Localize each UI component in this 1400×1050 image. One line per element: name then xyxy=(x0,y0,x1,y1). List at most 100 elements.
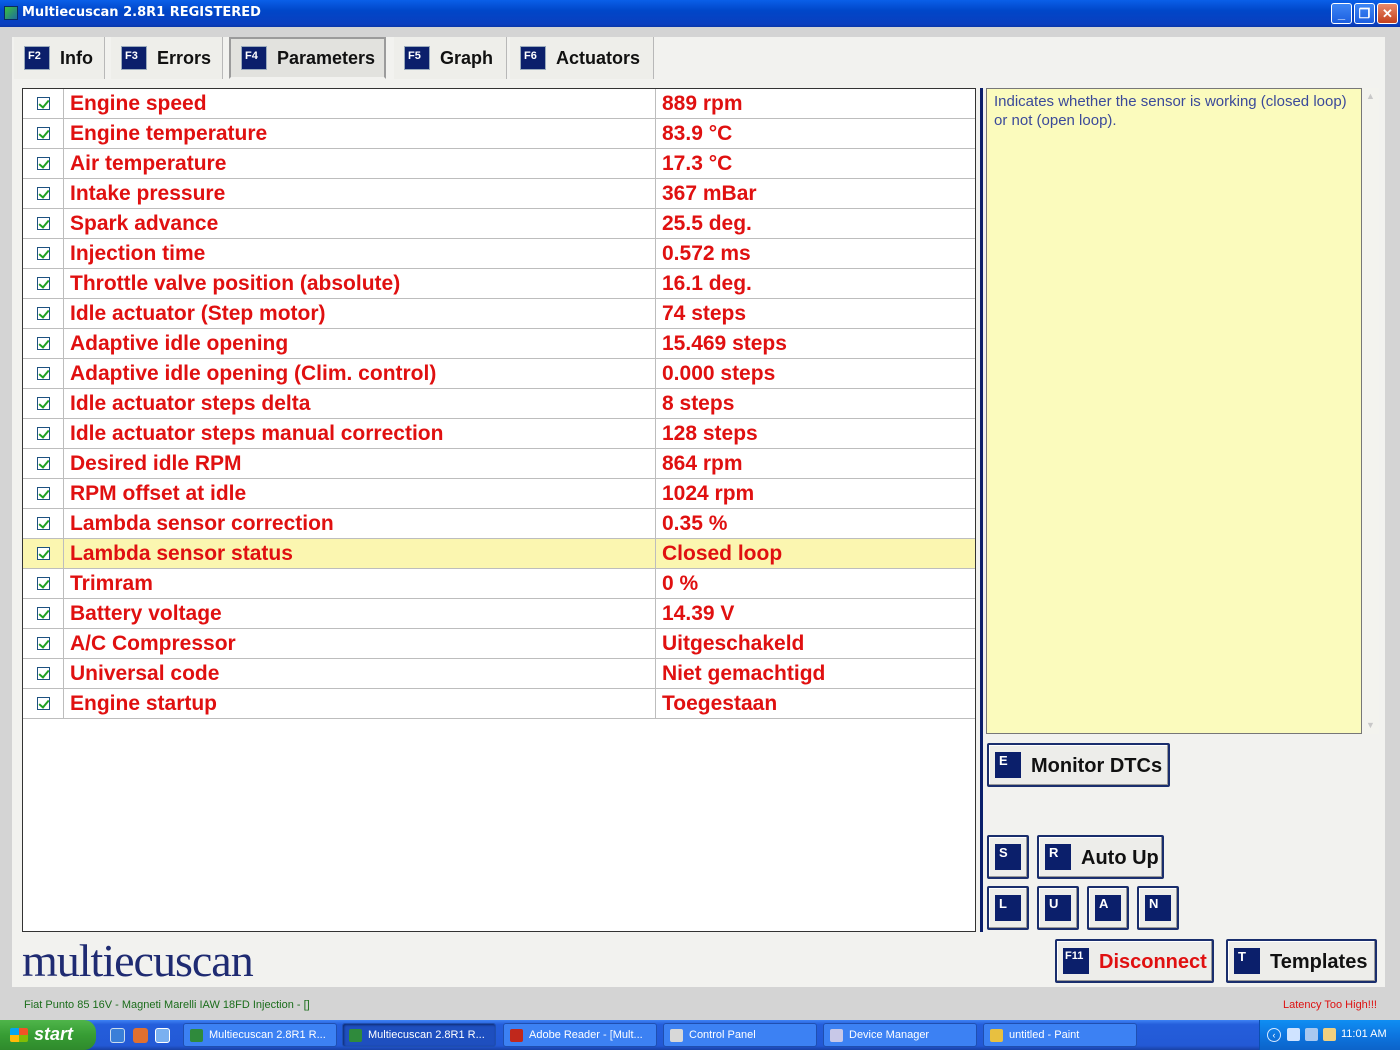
media-player-icon[interactable] xyxy=(133,1028,148,1043)
table-row[interactable]: Lambda sensor correction 0.35 % xyxy=(23,509,975,539)
parameter-checkbox[interactable] xyxy=(37,127,50,140)
taskbar-task[interactable]: Multiecuscan 2.8R1 R... xyxy=(183,1023,337,1047)
parameter-checkbox[interactable] xyxy=(37,607,50,620)
table-row[interactable]: Engine startup Toegestaan xyxy=(23,689,975,719)
tab-label: Errors xyxy=(157,47,212,68)
parameter-checkbox[interactable] xyxy=(37,517,50,530)
parameter-checkbox[interactable] xyxy=(37,97,50,110)
table-row[interactable]: Engine temperature 83.9 °C xyxy=(23,119,975,149)
auto-up-button[interactable]: R Auto Up xyxy=(1037,835,1164,879)
tab-errors[interactable]: F3 Errors xyxy=(111,37,223,79)
parameter-checkbox[interactable] xyxy=(37,397,50,410)
parameter-name: Trimram xyxy=(70,572,153,595)
taskbar-task[interactable]: Multiecuscan 2.8R1 R... xyxy=(342,1023,496,1047)
table-row[interactable]: Spark advance 25.5 deg. xyxy=(23,209,975,239)
taskbar: start Multiecuscan 2.8R1 R... Multiecusca… xyxy=(0,1020,1400,1050)
table-row[interactable]: Engine speed 889 rpm xyxy=(23,89,975,119)
parameter-checkbox[interactable] xyxy=(37,217,50,230)
l-button[interactable]: L xyxy=(987,886,1029,930)
table-row[interactable]: Idle actuator steps delta 8 steps xyxy=(23,389,975,419)
vehicle-status: Fiat Punto 85 16V - Magneti Marelli IAW … xyxy=(24,999,310,1011)
safely-remove-icon[interactable] xyxy=(1323,1028,1336,1041)
value-cell: 0.35 % xyxy=(655,509,975,538)
a-button[interactable]: A xyxy=(1087,886,1129,930)
parameter-name: Idle actuator steps manual correction xyxy=(70,422,444,445)
tab-graph[interactable]: F5 Graph xyxy=(394,37,507,79)
table-row[interactable]: Adaptive idle opening (Clim. control) 0.0… xyxy=(23,359,975,389)
parameter-checkbox[interactable] xyxy=(37,187,50,200)
maximize-button[interactable]: ❐ xyxy=(1354,3,1375,24)
show-desktop-icon[interactable] xyxy=(155,1028,170,1043)
n-button[interactable]: N xyxy=(1137,886,1179,930)
taskbar-task[interactable]: untitled - Paint xyxy=(983,1023,1137,1047)
parameter-checkbox[interactable] xyxy=(37,667,50,680)
checkbox-cell xyxy=(23,89,64,118)
table-row[interactable]: Idle actuator (Step motor) 74 steps xyxy=(23,299,975,329)
scroll-down-icon[interactable]: ▼ xyxy=(1365,720,1376,731)
parameter-checkbox[interactable] xyxy=(37,547,50,560)
parameter-checkbox[interactable] xyxy=(37,277,50,290)
volume-icon[interactable] xyxy=(1305,1028,1318,1041)
table-row[interactable]: Lambda sensor status Closed loop xyxy=(23,539,975,569)
parameter-checkbox[interactable] xyxy=(37,697,50,710)
description-scrollbar[interactable]: ▲ ▼ xyxy=(1362,88,1379,734)
task-label: Multiecuscan 2.8R1 R... xyxy=(368,1029,485,1041)
internet-explorer-icon[interactable] xyxy=(110,1028,125,1043)
tab-actuators[interactable]: F6 Actuators xyxy=(510,37,654,79)
disconnect-button[interactable]: F11 Disconnect xyxy=(1055,939,1214,983)
u-button[interactable]: U xyxy=(1037,886,1079,930)
parameter-checkbox[interactable] xyxy=(37,577,50,590)
checkbox-cell xyxy=(23,119,64,148)
key-badge: R xyxy=(1045,844,1071,870)
table-row[interactable]: Trimram 0 % xyxy=(23,569,975,599)
checkbox-cell xyxy=(23,449,64,478)
tab-key: F3 xyxy=(121,46,147,70)
table-row[interactable]: Air temperature 17.3 °C xyxy=(23,149,975,179)
monitor-dtcs-button[interactable]: E Monitor DTCs xyxy=(987,743,1170,787)
table-row[interactable]: RPM offset at idle 1024 rpm xyxy=(23,479,975,509)
s-button[interactable]: S xyxy=(987,835,1029,879)
task-label: Adobe Reader - [Mult... xyxy=(529,1029,643,1041)
network-icon[interactable] xyxy=(1287,1028,1300,1041)
minimize-button[interactable]: _ xyxy=(1331,3,1352,24)
tab-parameters[interactable]: F4 Parameters xyxy=(229,37,386,79)
taskbar-task[interactable]: Control Panel xyxy=(663,1023,817,1047)
scroll-up-icon[interactable]: ▲ xyxy=(1365,91,1376,102)
parameter-checkbox[interactable] xyxy=(37,307,50,320)
parameter-value: 83.9 °C xyxy=(662,122,733,145)
parameter-name: Universal code xyxy=(70,662,220,685)
table-row[interactable]: A/C Compressor Uitgeschakeld xyxy=(23,629,975,659)
close-button[interactable]: ✕ xyxy=(1377,3,1398,24)
taskbar-task[interactable]: Device Manager xyxy=(823,1023,977,1047)
checkbox-cell xyxy=(23,269,64,298)
parameter-checkbox[interactable] xyxy=(37,337,50,350)
button-label: Templates xyxy=(1270,951,1368,973)
value-cell: 8 steps xyxy=(655,389,975,418)
templates-button[interactable]: T Templates xyxy=(1226,939,1377,983)
parameter-name: Lambda sensor correction xyxy=(70,512,334,535)
checkbox-cell xyxy=(23,539,64,568)
parameter-name: Intake pressure xyxy=(70,182,226,205)
parameter-checkbox[interactable] xyxy=(37,157,50,170)
table-row[interactable]: Intake pressure 367 mBar xyxy=(23,179,975,209)
table-row[interactable]: Universal code Niet gemachtigd xyxy=(23,659,975,689)
table-row[interactable]: Desired idle RPM 864 rpm xyxy=(23,449,975,479)
tab-info[interactable]: F2 Info xyxy=(14,37,105,79)
parameter-value: Niet gemachtigd xyxy=(662,662,826,685)
tab-key: F4 xyxy=(241,46,267,70)
start-button[interactable]: start xyxy=(0,1020,96,1050)
parameter-checkbox[interactable] xyxy=(37,487,50,500)
parameter-checkbox[interactable] xyxy=(37,247,50,260)
table-row[interactable]: Idle actuator steps manual correction 128… xyxy=(23,419,975,449)
table-row[interactable]: Throttle valve position (absolute) 16.1 d… xyxy=(23,269,975,299)
table-row[interactable]: Injection time 0.572 ms xyxy=(23,239,975,269)
parameter-checkbox[interactable] xyxy=(37,367,50,380)
parameter-name: Spark advance xyxy=(70,212,219,235)
parameter-checkbox[interactable] xyxy=(37,457,50,470)
table-row[interactable]: Adaptive idle opening 15.469 steps xyxy=(23,329,975,359)
taskbar-task[interactable]: Adobe Reader - [Mult... xyxy=(503,1023,657,1047)
parameter-checkbox[interactable] xyxy=(37,637,50,650)
parameter-checkbox[interactable] xyxy=(37,427,50,440)
tray-expand-icon[interactable]: ‹ xyxy=(1267,1028,1281,1042)
table-row[interactable]: Battery voltage 14.39 V xyxy=(23,599,975,629)
